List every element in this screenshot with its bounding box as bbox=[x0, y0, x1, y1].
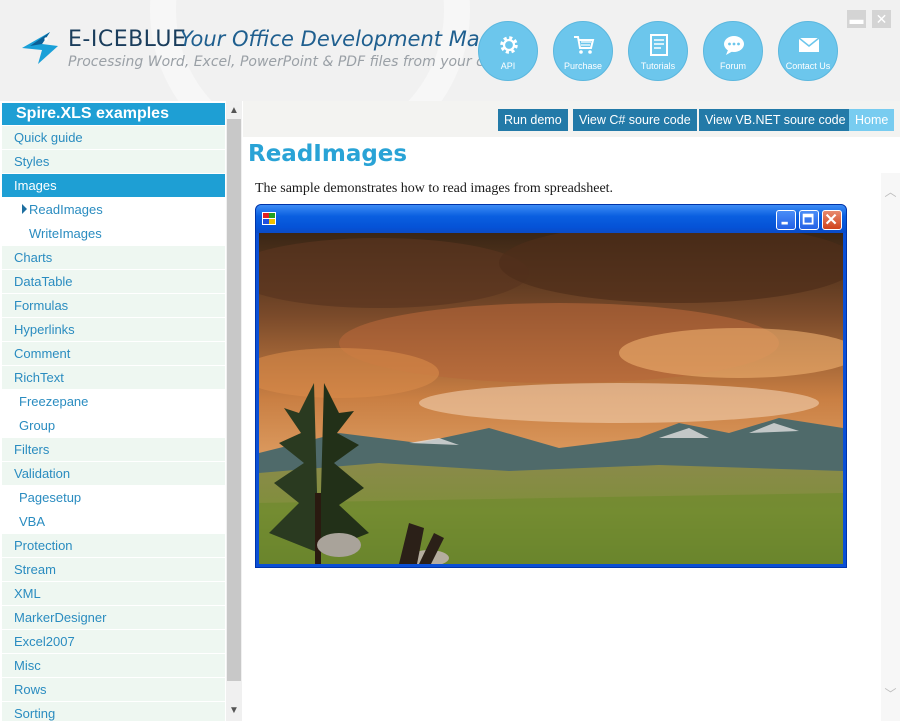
gear-icon bbox=[500, 36, 518, 54]
sidebar-item-styles[interactable]: Styles bbox=[2, 150, 225, 174]
cart-icon bbox=[574, 36, 595, 54]
sidebar-item-charts[interactable]: Charts bbox=[2, 246, 225, 270]
forum-label: Forum bbox=[719, 61, 746, 71]
sidebar-item-richtext[interactable]: RichText bbox=[2, 366, 225, 390]
demo-image-area bbox=[259, 233, 843, 564]
demo-maximize-button[interactable] bbox=[799, 210, 819, 230]
purchase-button[interactable]: Purchase bbox=[553, 21, 613, 81]
sidebar-item-misc[interactable]: Misc bbox=[2, 654, 225, 678]
sidebar-item-formulas[interactable]: Formulas bbox=[2, 294, 225, 318]
demo-close-button[interactable] bbox=[822, 210, 842, 230]
sidebar-item-hyperlinks[interactable]: Hyperlinks bbox=[2, 318, 225, 342]
maximize-icon bbox=[802, 213, 814, 225]
forum-button[interactable]: Forum bbox=[703, 21, 763, 81]
sidebar-item-freezepane[interactable]: Freezepane bbox=[2, 390, 225, 414]
view-vbnet-code-button[interactable]: View VB.NET soure code bbox=[699, 109, 852, 131]
contact-us-button[interactable]: Contact Us bbox=[778, 21, 838, 81]
sidebar-item-pagesetup[interactable]: Pagesetup bbox=[2, 486, 225, 510]
sidebar-item-writeimages[interactable]: WriteImages bbox=[2, 222, 225, 246]
sidebar-item-xml[interactable]: XML bbox=[2, 582, 225, 606]
sidebar-item-filters[interactable]: Filters bbox=[2, 438, 225, 462]
content-scroll-up-icon[interactable]: ︿ bbox=[883, 183, 898, 200]
sidebar-item-excel2007[interactable]: Excel2007 bbox=[2, 630, 225, 654]
landscape-image bbox=[259, 233, 843, 564]
sidebar-item-stream[interactable]: Stream bbox=[2, 558, 225, 582]
sidebar-item-images[interactable]: Images bbox=[2, 174, 225, 198]
sidebar-item-protection[interactable]: Protection bbox=[2, 534, 225, 558]
view-csharp-code-button[interactable]: View C# soure code bbox=[573, 109, 697, 131]
sidebar-item-readimages[interactable]: ReadImages bbox=[2, 198, 225, 222]
minimize-icon bbox=[781, 221, 788, 225]
envelope-icon bbox=[798, 37, 820, 52]
contact-us-label: Contact Us bbox=[785, 61, 831, 71]
api-label: API bbox=[500, 61, 516, 71]
brand-name: E-ICEBLUE bbox=[68, 27, 187, 52]
eiceblue-logo-icon bbox=[22, 32, 58, 64]
sidebar-item-vba[interactable]: VBA bbox=[2, 510, 225, 534]
content-scroll-down-icon[interactable]: ﹀ bbox=[883, 685, 898, 702]
brand-tagline: Your Office Development Master bbox=[180, 27, 521, 51]
sidebar-item-sorting[interactable]: Sorting bbox=[2, 702, 225, 721]
sidebar-item-group[interactable]: Group bbox=[2, 414, 225, 438]
demo-window-titlebar[interactable] bbox=[256, 205, 846, 233]
scroll-up-arrow-icon[interactable]: ▲ bbox=[226, 103, 242, 119]
sample-description: The sample demonstrates how to read imag… bbox=[255, 181, 614, 196]
sidebar-item-datatable[interactable]: DataTable bbox=[2, 270, 225, 294]
tutorials-label: Tutorials bbox=[640, 61, 676, 71]
scroll-down-arrow-icon[interactable]: ▼ bbox=[226, 703, 242, 719]
close-icon bbox=[825, 213, 837, 225]
sidebar-scroll-thumb[interactable] bbox=[227, 119, 241, 681]
sidebar-list: Quick guide Styles Images ReadImages Wri… bbox=[2, 126, 225, 721]
run-demo-button[interactable]: Run demo bbox=[498, 109, 568, 131]
api-button[interactable]: API bbox=[478, 21, 538, 81]
sidebar-item-rows[interactable]: Rows bbox=[2, 678, 225, 702]
minimize-window-button[interactable]: ▬ bbox=[847, 10, 866, 28]
sidebar-item-validation[interactable]: Validation bbox=[2, 462, 225, 486]
chat-icon bbox=[724, 36, 744, 55]
close-window-button[interactable]: ✕ bbox=[872, 10, 891, 28]
document-icon bbox=[650, 34, 668, 56]
sidebar-item-label: ReadImages bbox=[29, 202, 103, 217]
app-window-icon bbox=[262, 212, 276, 225]
page-title: ReadImages bbox=[248, 141, 408, 167]
demo-window bbox=[255, 204, 847, 568]
app-header: E-ICEBLUE Your Office Development Master… bbox=[0, 0, 900, 101]
demo-minimize-button[interactable] bbox=[776, 210, 796, 230]
content-scrollbar[interactable]: ︿ ﹀ bbox=[881, 173, 900, 721]
main-content: Run demo View C# soure code View VB.NET … bbox=[243, 101, 900, 721]
examples-sidebar: Spire.XLS examples Quick guide Styles Im… bbox=[0, 101, 242, 721]
home-button[interactable]: Home bbox=[849, 109, 895, 131]
sidebar-title: Spire.XLS examples bbox=[2, 103, 225, 125]
brand-subtitle: Processing Word, Excel, PowerPoint & PDF… bbox=[68, 54, 510, 70]
sidebar-item-comment[interactable]: Comment bbox=[2, 342, 225, 366]
tutorials-button[interactable]: Tutorials bbox=[628, 21, 688, 81]
expand-arrow-icon bbox=[22, 204, 27, 214]
purchase-label: Purchase bbox=[563, 61, 603, 71]
content-toolbar: Run demo View C# soure code View VB.NET … bbox=[243, 101, 900, 137]
sidebar-item-markerdesigner[interactable]: MarkerDesigner bbox=[2, 606, 225, 630]
sidebar-item-quick-guide[interactable]: Quick guide bbox=[2, 126, 225, 150]
sidebar-scrollbar[interactable]: ▲ ▼ bbox=[226, 101, 242, 721]
